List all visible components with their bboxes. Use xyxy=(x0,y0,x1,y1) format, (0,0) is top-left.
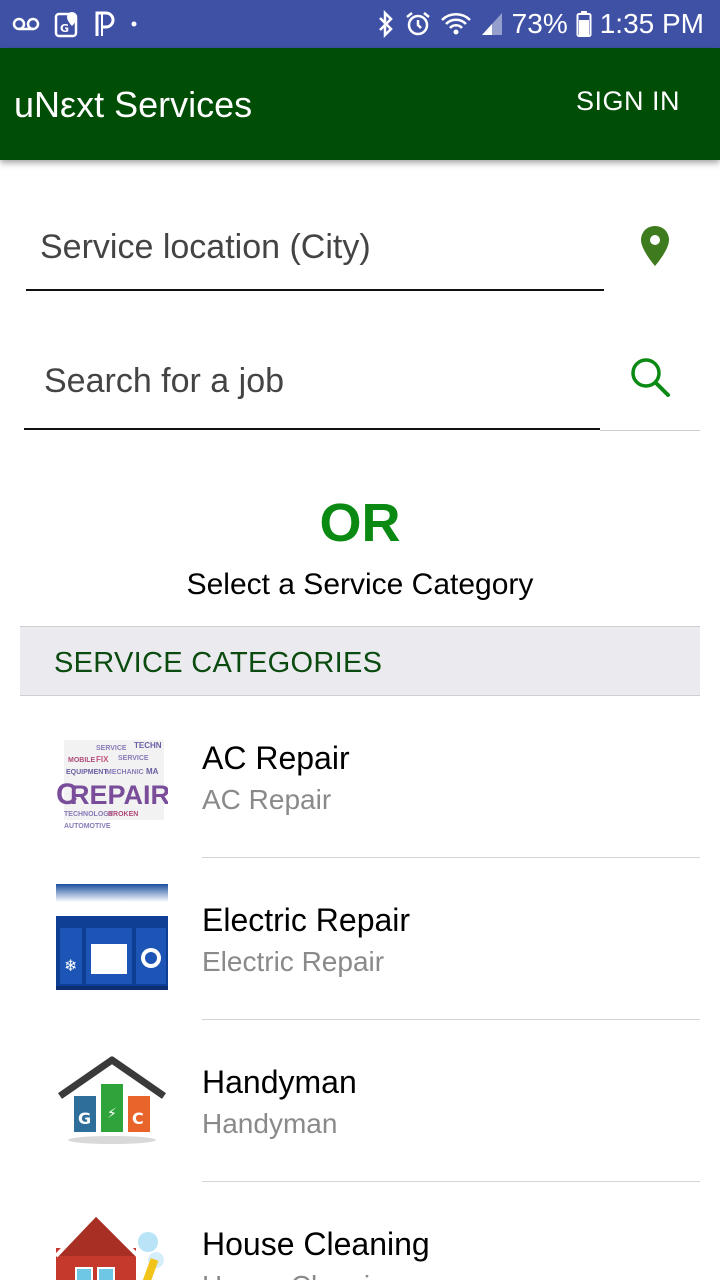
category-title: AC Repair xyxy=(202,740,350,776)
svg-text:C: C xyxy=(132,1109,144,1128)
svg-text:SERVICE: SERVICE xyxy=(118,755,149,762)
divider xyxy=(600,430,700,431)
category-subtitle: House Cleaning xyxy=(202,1270,401,1280)
status-bar: G 73% 1:35 PM xyxy=(0,0,720,48)
location-input[interactable]: Service location (City) xyxy=(26,212,604,291)
wifi-icon xyxy=(440,13,471,35)
svg-text:TECHNOLOGY: TECHNOLOGY xyxy=(64,811,114,818)
search-icon[interactable] xyxy=(628,355,672,399)
search-placeholder: Search for a job xyxy=(44,362,285,400)
voicemail-icon xyxy=(12,17,40,31)
alarm-icon xyxy=(405,12,430,36)
category-title: House Cleaning xyxy=(202,1226,430,1262)
battery-icon xyxy=(576,11,592,37)
svg-text:❄: ❄ xyxy=(64,956,77,975)
location-placeholder: Service location (City) xyxy=(40,228,371,266)
app-title: uNεxt Services xyxy=(14,84,253,125)
pandora-icon xyxy=(95,11,115,36)
svg-text:AUTOMOTIVE: AUTOMOTIVE xyxy=(64,823,111,830)
svg-text:MA: MA xyxy=(146,767,159,776)
battery-percent: 73% xyxy=(511,8,568,39)
svg-text:FIX: FIX xyxy=(96,755,109,764)
clock: 1:35 PM xyxy=(599,8,704,39)
svg-text:G: G xyxy=(60,22,69,35)
app-bar: uNεxt Services SIGN IN xyxy=(0,48,720,160)
notification-icons: G xyxy=(12,8,138,40)
search-input[interactable]: Search for a job xyxy=(24,346,600,430)
category-item-electric-repair[interactable]: ❄ Electric Repair Electric Repair xyxy=(0,858,720,1020)
electric-repair-thumbnail: ❄ xyxy=(56,884,168,996)
location-pin-icon[interactable] xyxy=(636,224,674,268)
bluetooth-icon xyxy=(378,10,393,38)
category-title: Handyman xyxy=(202,1064,357,1100)
house-cleaning-thumbnail xyxy=(56,1208,168,1280)
signal-icon xyxy=(481,13,502,35)
svg-text:EQUIPMENT: EQUIPMENT xyxy=(66,769,108,776)
category-subtitle: Electric Repair xyxy=(202,946,385,977)
select-category-label: Select a Service Category xyxy=(186,568,534,601)
svg-text:⚡: ⚡ xyxy=(107,1106,117,1122)
handyman-thumbnail: G ⚡ C xyxy=(56,1046,168,1158)
system-status: 73% 1:35 PM xyxy=(376,6,704,42)
svg-text:G: G xyxy=(78,1109,91,1128)
maps-icon: G xyxy=(54,12,78,38)
category-item-ac-repair[interactable]: SERVICE TECHN MOBILE FIX SERVICE EQUIPME… xyxy=(0,696,720,858)
category-subtitle: AC Repair xyxy=(202,784,332,815)
svg-text:MOBILE: MOBILE xyxy=(68,757,96,764)
svg-text:BROKEN: BROKEN xyxy=(108,811,138,818)
categories-header-label: SERVICE CATEGORIES xyxy=(54,647,383,679)
ac-repair-thumbnail: SERVICE TECHN MOBILE FIX SERVICE EQUIPME… xyxy=(56,722,168,834)
categories-header: SERVICE CATEGORIES xyxy=(20,626,700,696)
svg-text:REPAIR: REPAIR xyxy=(70,780,168,810)
category-item-house-cleaning[interactable]: House Cleaning House Cleaning xyxy=(0,1182,720,1280)
category-subtitle: Handyman xyxy=(202,1108,338,1139)
or-label: OR xyxy=(319,493,401,553)
svg-text:MECHANIC: MECHANIC xyxy=(106,769,144,776)
svg-text:SERVICE: SERVICE xyxy=(96,745,127,752)
sign-in-button[interactable]: SIGN IN xyxy=(576,86,680,117)
dot-icon xyxy=(131,21,137,27)
svg-text:TECHN: TECHN xyxy=(134,741,162,750)
category-title: Electric Repair xyxy=(202,902,411,938)
category-item-handyman[interactable]: G ⚡ C Handyman Handyman xyxy=(0,1020,720,1182)
